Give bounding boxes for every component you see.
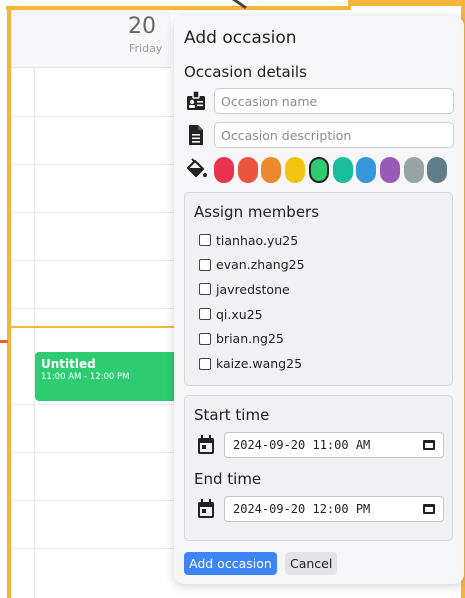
- member-checkbox[interactable]: [199, 258, 211, 271]
- grid-row-line: [11, 452, 176, 453]
- grid-row-line: [11, 548, 176, 549]
- color-swatch-gray[interactable]: [403, 157, 424, 183]
- day-number: 20: [128, 14, 156, 39]
- member-name: javredstone: [216, 281, 290, 297]
- occasion-name-row: [184, 88, 455, 114]
- member-checkbox[interactable]: [199, 234, 211, 246]
- frame-border-top-right: [348, 0, 465, 6]
- start-time-label: Start time: [194, 406, 270, 424]
- grid-row-line: [11, 500, 176, 501]
- assign-members-panel: Assign members tianhao.yu25 evan.zhang25 j…: [184, 192, 453, 386]
- start-time-value: 2024-09-20 11:00 AM: [233, 438, 371, 452]
- member-checkbox[interactable]: [199, 357, 211, 370]
- time-panel: Start time 2024-09-20 11:00 AM End time …: [184, 395, 453, 541]
- color-swatch-orange[interactable]: [261, 157, 282, 183]
- member-name: kaize.wang25: [216, 356, 303, 371]
- dialog-title: Add occasion: [184, 28, 297, 48]
- calendar-icon: [198, 499, 214, 518]
- color-swatch-green[interactable]: [308, 157, 329, 183]
- orange-marker: [0, 340, 8, 343]
- color-swatch-crimson[interactable]: [214, 157, 234, 183]
- assign-members-heading: Assign members: [194, 203, 320, 221]
- member-option[interactable]: javredstone: [199, 280, 290, 298]
- member-option[interactable]: brian.ng25: [199, 330, 284, 348]
- frame-border-inner: [10, 326, 180, 328]
- occasion-description-input[interactable]: [214, 122, 454, 148]
- member-checkbox[interactable]: [199, 283, 211, 296]
- member-name: qi.xu25: [216, 306, 263, 322]
- day-name: Friday: [129, 42, 163, 55]
- add-occasion-button[interactable]: Add occasion: [184, 552, 277, 575]
- member-option[interactable]: tianhao.yu25: [199, 231, 298, 249]
- grid-row-line: [11, 308, 176, 309]
- datetime-picker-icon[interactable]: [423, 440, 435, 450]
- member-option[interactable]: qi.xu25: [199, 305, 263, 323]
- grid-column-line: [34, 68, 35, 598]
- id-badge-icon: [187, 90, 205, 110]
- color-swatch-red-orange[interactable]: [237, 157, 258, 183]
- grid-row-line: [11, 164, 176, 165]
- add-occasion-dialog: Add occasion Occasion details Occasion n…: [174, 16, 464, 584]
- event-time: 11:00 AM - 12:00 PM: [41, 372, 130, 382]
- color-swatch-blue[interactable]: [356, 157, 377, 183]
- color-swatch-slate[interactable]: [427, 157, 448, 183]
- member-checkbox[interactable]: [199, 332, 211, 345]
- color-swatch-yellow[interactable]: [285, 157, 306, 183]
- paint-bucket-icon: [186, 158, 207, 178]
- cancel-button[interactable]: Cancel: [285, 552, 338, 575]
- document-icon: [189, 125, 203, 145]
- event-title: Untitled: [41, 357, 96, 371]
- start-time-input[interactable]: 2024-09-20 11:00 AM: [224, 432, 444, 458]
- member-name: tianhao.yu25: [216, 232, 299, 248]
- calendar-event[interactable]: Untitled 11:00 AM - 12:00 PM: [35, 352, 180, 401]
- frame-border-left: [7, 6, 11, 598]
- occasion-details-heading: Occasion details: [184, 63, 307, 81]
- grid-row-line: [11, 404, 176, 405]
- calendar-icon: [198, 435, 214, 454]
- end-time-label: End time: [194, 470, 262, 488]
- datetime-picker-icon[interactable]: [423, 504, 435, 514]
- occasion-description-row: [184, 122, 455, 148]
- member-checkbox[interactable]: [199, 308, 211, 321]
- end-time-value: 2024-09-20 12:00 PM: [233, 502, 371, 516]
- grid-row-line: [11, 260, 176, 261]
- end-time-input[interactable]: 2024-09-20 12:00 PM: [224, 496, 444, 522]
- color-swatch-teal[interactable]: [332, 157, 353, 183]
- member-option[interactable]: kaize.wang25: [199, 355, 302, 373]
- color-swatch-purple[interactable]: [379, 157, 400, 183]
- occasion-name-input[interactable]: [214, 88, 454, 114]
- member-name: evan.zhang25: [216, 257, 305, 273]
- member-option[interactable]: evan.zhang25: [199, 256, 305, 274]
- grid-row-line: [11, 212, 176, 213]
- color-picker: [184, 156, 459, 184]
- member-name: brian.ng25: [216, 331, 284, 347]
- grid-row-line: [11, 116, 176, 117]
